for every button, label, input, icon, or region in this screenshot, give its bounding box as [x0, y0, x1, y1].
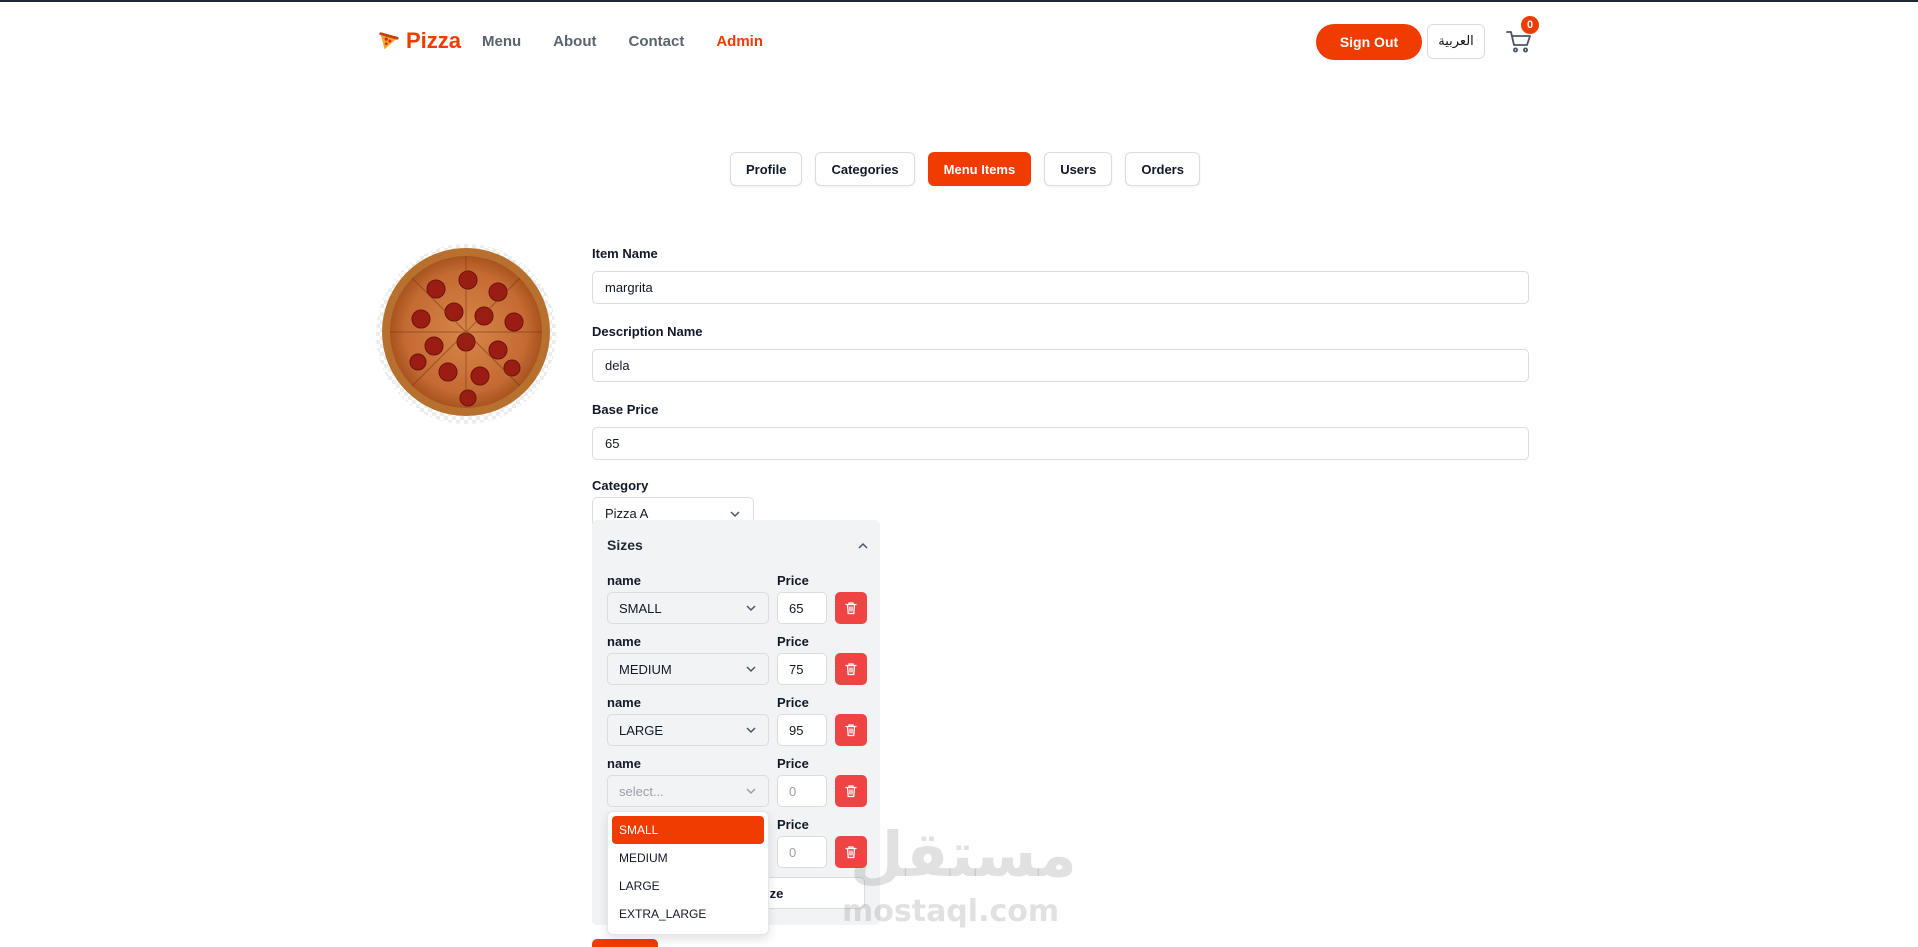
size-name-value: SMALL	[619, 600, 662, 616]
size-name-select[interactable]: select...	[607, 775, 769, 807]
delete-size-button[interactable]	[835, 836, 867, 868]
size-price-label: Price	[777, 573, 809, 588]
size-name-select[interactable]: LARGE	[607, 714, 769, 746]
size-options-dropdown: SMALL MEDIUM LARGE EXTRA_LARGE	[607, 811, 769, 935]
sign-out-button[interactable]: Sign Out	[1316, 24, 1422, 60]
language-switch-button[interactable]: العربية	[1427, 24, 1485, 59]
tab-menu-items[interactable]: Menu Items	[927, 152, 1032, 186]
base-price-input[interactable]: 65	[592, 427, 1529, 460]
delete-size-button[interactable]	[835, 714, 867, 746]
item-name-label: Item Name	[592, 246, 658, 261]
size-name-value: LARGE	[619, 722, 664, 738]
menu-item-image[interactable]	[376, 244, 556, 424]
sizes-title[interactable]: Sizes	[607, 537, 643, 553]
tab-users[interactable]: Users	[1044, 152, 1113, 186]
size-option-medium[interactable]: MEDIUM	[612, 844, 764, 872]
nav-contact[interactable]: Contact	[629, 33, 685, 50]
size-name-select[interactable]: SMALL	[607, 592, 769, 624]
nav-admin[interactable]: Admin	[716, 33, 763, 50]
chevron-down-icon	[746, 727, 756, 734]
tab-profile[interactable]: Profile	[730, 152, 803, 186]
main-nav: Menu About Contact Admin	[482, 33, 795, 50]
size-name-value: MEDIUM	[619, 661, 672, 677]
chevron-down-icon	[746, 666, 756, 673]
size-name-label: name	[607, 634, 641, 649]
trash-icon	[845, 724, 857, 737]
size-option-extra-large[interactable]: EXTRA_LARGE	[612, 900, 764, 928]
trash-icon	[845, 846, 857, 859]
chevron-up-icon[interactable]	[857, 540, 869, 552]
size-name-select[interactable]: MEDIUM	[607, 653, 769, 685]
logo[interactable]: Pizza	[378, 28, 461, 54]
nav-menu[interactable]: Menu	[482, 33, 521, 50]
size-name-label: name	[607, 695, 641, 710]
submit-button[interactable]	[592, 939, 658, 947]
size-price-label: Price	[777, 695, 809, 710]
logo-text: Pizza	[406, 28, 462, 53]
size-price-label: Price	[777, 634, 809, 649]
pizza-slice-icon	[379, 32, 399, 50]
chevron-down-icon	[746, 605, 756, 612]
category-select-value: Pizza A	[605, 506, 649, 521]
size-name-label: name	[607, 573, 641, 588]
description-input[interactable]: dela	[592, 349, 1529, 382]
size-option-large[interactable]: LARGE	[612, 872, 764, 900]
chevron-down-icon	[730, 510, 740, 517]
size-price-input[interactable]: 0	[777, 836, 827, 868]
trash-icon	[845, 602, 857, 615]
top-border	[0, 0, 1918, 2]
item-name-input[interactable]: margrita	[592, 271, 1529, 304]
watermark-arabic: مستقل	[850, 818, 1079, 891]
size-name-label: name	[607, 756, 641, 771]
size-price-label: Price	[777, 817, 809, 832]
menu-item-form: Item Name margrita Description Name dela…	[592, 246, 1529, 530]
size-price-input[interactable]: 95	[777, 714, 827, 746]
delete-size-button[interactable]	[835, 592, 867, 624]
size-price-input[interactable]: 0	[777, 775, 827, 807]
size-name-placeholder: select...	[619, 783, 664, 799]
trash-icon	[845, 785, 857, 798]
size-price-input[interactable]: 75	[777, 653, 827, 685]
delete-size-button[interactable]	[835, 775, 867, 807]
category-label: Category	[592, 478, 649, 493]
trash-icon	[845, 663, 857, 676]
size-price-input[interactable]: 65	[777, 592, 827, 624]
base-price-label: Base Price	[592, 402, 659, 417]
tab-categories[interactable]: Categories	[815, 152, 915, 186]
tab-orders[interactable]: Orders	[1125, 152, 1200, 186]
delete-size-button[interactable]	[835, 653, 867, 685]
admin-tabs: Profile Categories Menu Items Users Orde…	[730, 152, 1200, 186]
size-option-small[interactable]: SMALL	[612, 816, 764, 844]
nav-about[interactable]: About	[553, 33, 596, 50]
size-price-label: Price	[777, 756, 809, 771]
chevron-down-icon	[746, 788, 756, 795]
header: Pizza Menu About Contact Admin Sign Out …	[378, 16, 1539, 62]
cart-count-badge: 0	[1521, 16, 1539, 34]
description-label: Description Name	[592, 324, 703, 339]
